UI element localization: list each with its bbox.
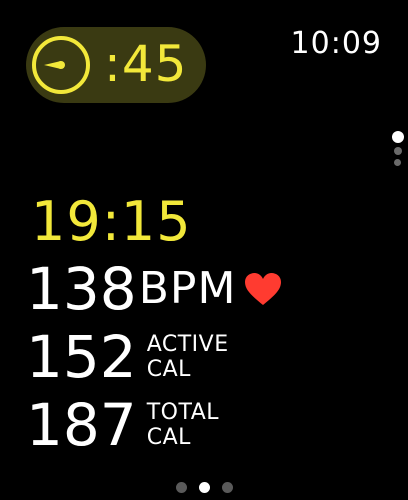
active-calories-label: ACTIVE CAL	[147, 332, 229, 382]
status-time: 10:09	[290, 26, 382, 61]
page-dot[interactable]	[222, 482, 233, 493]
interval-timer-pill[interactable]: :45	[26, 27, 206, 103]
active-calories-label-line1: ACTIVE	[146, 332, 229, 357]
total-calories-value: 187	[26, 391, 137, 459]
page-dot-active[interactable]	[199, 482, 210, 493]
active-calories-metric: 152 ACTIVE CAL	[26, 326, 229, 388]
heart-rate-unit: BPM	[138, 263, 237, 314]
total-calories-label: TOTAL CAL	[147, 400, 219, 450]
vertical-page-dot	[394, 159, 401, 166]
timer-icon	[32, 36, 90, 94]
vertical-page-dot	[392, 131, 404, 143]
total-calories-metric: 187 TOTAL CAL	[26, 394, 219, 456]
heart-icon	[245, 273, 282, 305]
page-dot[interactable]	[176, 482, 187, 493]
timer-value: :45	[104, 35, 188, 93]
heart-rate-value: 138	[26, 255, 137, 323]
total-calories-label-line1: TOTAL	[146, 400, 220, 425]
active-calories-label-line2: CAL	[146, 357, 191, 382]
heart-rate-metric: 138 BPM	[26, 258, 282, 320]
elapsed-time: 19:15	[31, 190, 192, 253]
active-calories-value: 152	[26, 323, 137, 391]
vertical-page-dot	[394, 147, 402, 155]
total-calories-label-line2: CAL	[146, 425, 191, 450]
horizontal-page-indicator	[176, 482, 236, 494]
